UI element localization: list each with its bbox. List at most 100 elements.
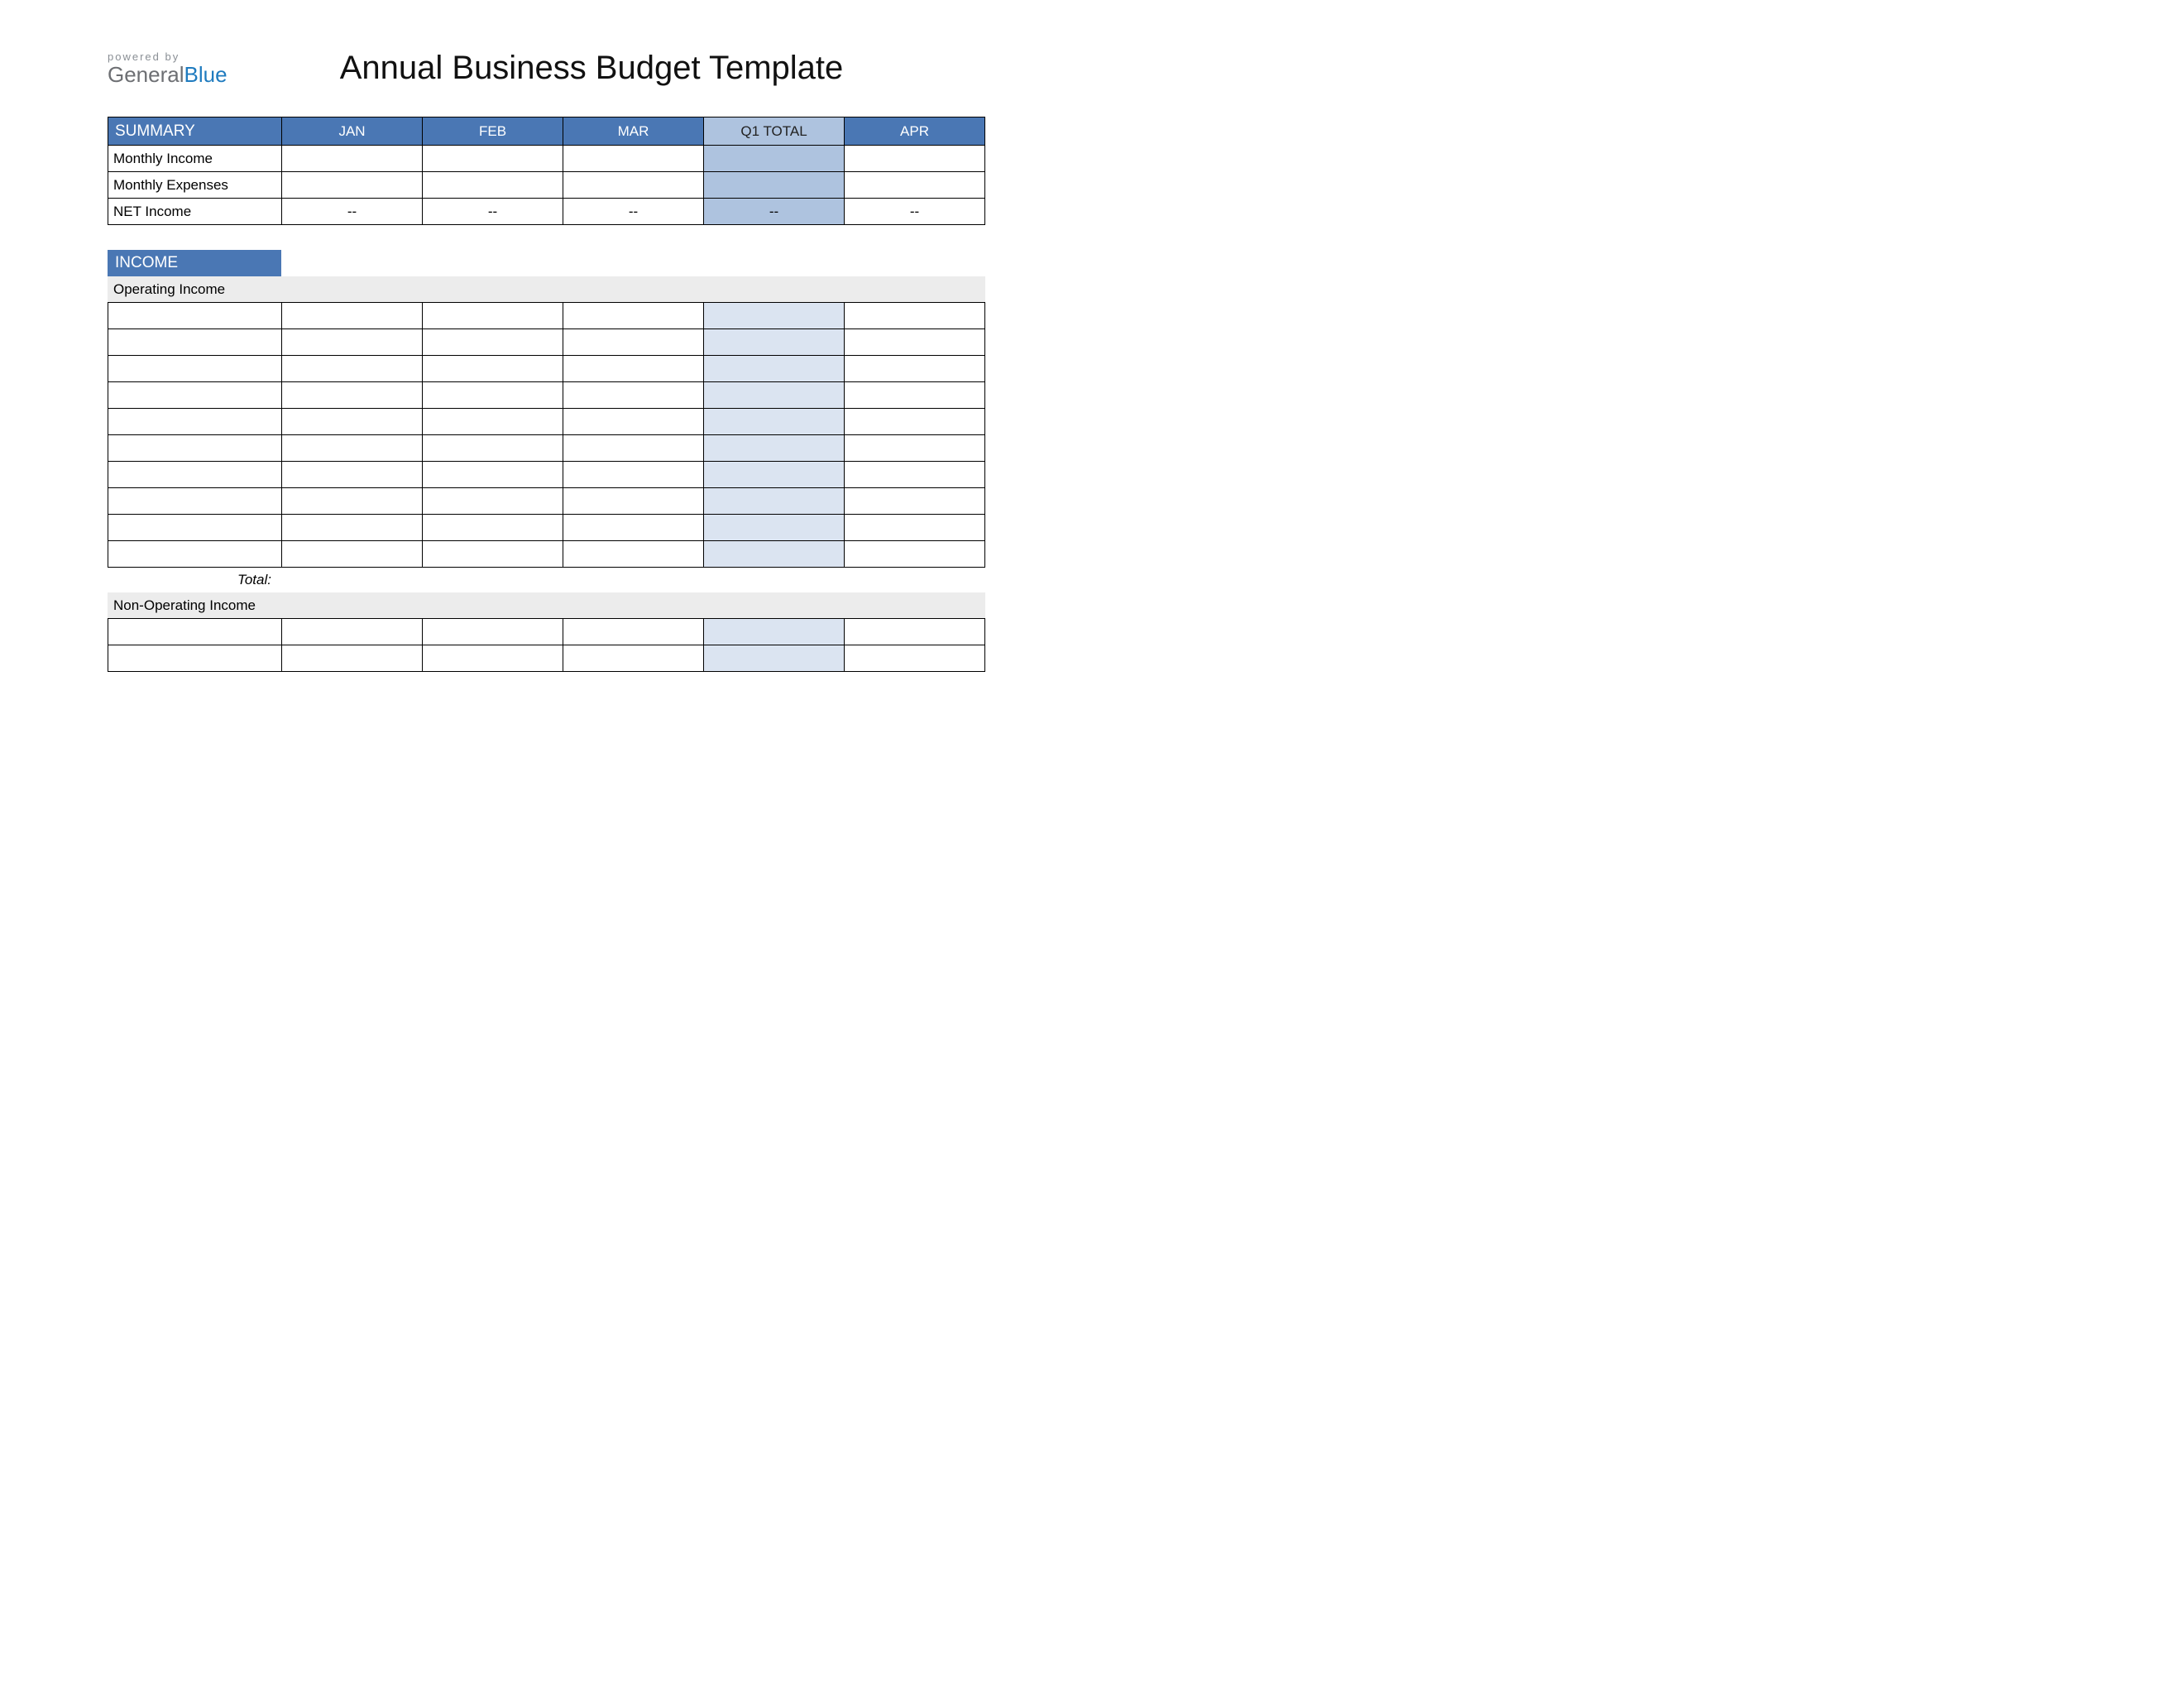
row-label-cell[interactable]	[108, 356, 282, 382]
data-cell[interactable]	[282, 356, 423, 382]
summary-cell[interactable]	[282, 172, 423, 199]
operating-total-row: Total:	[108, 568, 984, 592]
row-label-cell[interactable]	[108, 303, 282, 329]
data-cell[interactable]	[845, 356, 985, 382]
summary-table: SUMMARY JAN FEB MAR Q1 TOTAL APR Monthly…	[108, 117, 985, 225]
operating-total-label: Total:	[108, 568, 281, 592]
data-cell[interactable]	[845, 409, 985, 435]
income-section-title: INCOME	[108, 250, 281, 276]
data-cell[interactable]	[845, 303, 985, 329]
data-cell[interactable]	[845, 515, 985, 541]
data-cell[interactable]	[563, 488, 704, 515]
data-cell[interactable]	[563, 645, 704, 672]
summary-cell: --	[282, 199, 423, 225]
data-cell[interactable]	[423, 462, 563, 488]
logo-part2: Blue	[184, 62, 228, 87]
logo-text: GeneralBlue	[108, 63, 281, 87]
q1-cell	[704, 488, 845, 515]
table-row	[108, 382, 985, 409]
data-cell[interactable]	[845, 462, 985, 488]
data-cell[interactable]	[423, 435, 563, 462]
summary-cell[interactable]	[423, 146, 563, 172]
row-label-cell[interactable]	[108, 462, 282, 488]
q1-cell	[704, 462, 845, 488]
data-cell[interactable]	[563, 409, 704, 435]
data-cell[interactable]	[423, 619, 563, 645]
data-cell[interactable]	[282, 409, 423, 435]
data-cell[interactable]	[282, 488, 423, 515]
data-cell[interactable]	[282, 382, 423, 409]
row-label-cell[interactable]	[108, 382, 282, 409]
table-row	[108, 619, 985, 645]
operating-income-label: Operating Income	[108, 277, 985, 302]
data-cell[interactable]	[563, 329, 704, 356]
q1-cell	[704, 356, 845, 382]
data-cell[interactable]	[282, 303, 423, 329]
data-cell[interactable]	[563, 435, 704, 462]
data-cell[interactable]	[845, 435, 985, 462]
data-cell[interactable]	[282, 462, 423, 488]
q1-cell	[704, 619, 845, 645]
data-cell[interactable]	[282, 619, 423, 645]
table-row	[108, 409, 985, 435]
data-cell[interactable]	[563, 303, 704, 329]
row-label-cell[interactable]	[108, 329, 282, 356]
summary-cell[interactable]	[563, 172, 704, 199]
operating-income-table: Operating Income	[108, 276, 985, 302]
non-operating-income-table: Non-Operating Income	[108, 592, 985, 618]
data-cell[interactable]	[563, 382, 704, 409]
row-label-cell[interactable]	[108, 488, 282, 515]
data-cell[interactable]	[563, 462, 704, 488]
data-cell[interactable]	[423, 303, 563, 329]
row-label-cell[interactable]	[108, 619, 282, 645]
data-cell[interactable]	[845, 541, 985, 568]
q1-cell	[704, 645, 845, 672]
data-cell[interactable]	[845, 329, 985, 356]
data-cell[interactable]	[423, 356, 563, 382]
row-label-cell[interactable]	[108, 541, 282, 568]
data-cell[interactable]	[563, 356, 704, 382]
q1-cell	[704, 382, 845, 409]
data-cell[interactable]	[563, 541, 704, 568]
data-cell[interactable]	[282, 329, 423, 356]
table-row	[108, 356, 985, 382]
q1-cell	[704, 303, 845, 329]
table-row	[108, 488, 985, 515]
data-cell[interactable]	[282, 435, 423, 462]
data-cell[interactable]	[845, 645, 985, 672]
data-cell[interactable]	[845, 619, 985, 645]
data-cell[interactable]	[845, 488, 985, 515]
row-label-cell[interactable]	[108, 645, 282, 672]
row-label-cell[interactable]	[108, 515, 282, 541]
summary-cell: --	[423, 199, 563, 225]
summary-row: Monthly Expenses	[108, 172, 985, 199]
data-cell[interactable]	[423, 488, 563, 515]
row-label-cell[interactable]	[108, 435, 282, 462]
summary-cell[interactable]	[845, 172, 985, 199]
summary-cell[interactable]	[563, 146, 704, 172]
data-cell[interactable]	[423, 645, 563, 672]
operating-total-row-table: Total:	[108, 568, 984, 592]
data-cell[interactable]	[423, 329, 563, 356]
q1-cell	[704, 541, 845, 568]
col-summary: SUMMARY	[108, 117, 282, 146]
data-cell[interactable]	[845, 382, 985, 409]
q1-cell	[704, 329, 845, 356]
page-title: Annual Business Budget Template	[281, 50, 984, 87]
col-q1: Q1 TOTAL	[704, 117, 845, 146]
data-cell[interactable]	[563, 515, 704, 541]
summary-cell[interactable]	[845, 146, 985, 172]
data-cell[interactable]	[282, 541, 423, 568]
data-cell[interactable]	[563, 619, 704, 645]
data-cell[interactable]	[282, 645, 423, 672]
data-cell[interactable]	[423, 541, 563, 568]
data-cell[interactable]	[423, 515, 563, 541]
q1-cell	[704, 435, 845, 462]
summary-cell[interactable]	[423, 172, 563, 199]
operating-income-header: Operating Income	[108, 277, 985, 302]
data-cell[interactable]	[282, 515, 423, 541]
data-cell[interactable]	[423, 409, 563, 435]
summary-cell[interactable]	[282, 146, 423, 172]
data-cell[interactable]	[423, 382, 563, 409]
row-label-cell[interactable]	[108, 409, 282, 435]
